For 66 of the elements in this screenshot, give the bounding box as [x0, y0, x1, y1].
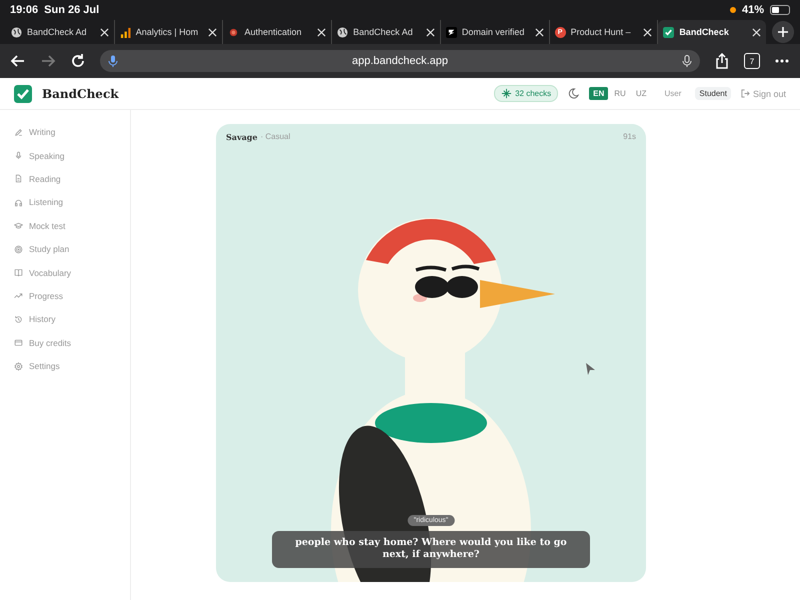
sign-out-icon[interactable] [740, 89, 750, 98]
caption-text: people who stay home? Where would you like to go next, if anywhere? [272, 531, 590, 568]
sidebar-item[interactable]: Mock test [29, 220, 66, 231]
brand-name[interactable]: BandCheck [42, 86, 119, 100]
globe-icon [337, 26, 348, 38]
checks-count: 32 checks [515, 89, 552, 98]
dot-icon [228, 26, 240, 38]
close-icon[interactable] [426, 28, 435, 36]
sidebar-item[interactable]: Vocabulary [29, 268, 72, 278]
app-logo-icon [446, 26, 457, 38]
sidebar-item[interactable]: Progress [29, 290, 64, 301]
check-logo-icon [14, 84, 32, 102]
sparkle-icon [501, 88, 512, 99]
close-icon[interactable] [208, 28, 218, 36]
back-icon[interactable] [10, 53, 26, 69]
browser-tab[interactable]: BandCheck [658, 20, 766, 44]
cap-icon [14, 221, 23, 230]
close-icon[interactable] [643, 28, 652, 36]
battery-percent: 41% [742, 4, 764, 16]
microphone-icon[interactable] [682, 55, 692, 67]
headphones-icon [14, 198, 23, 207]
doc-icon [14, 174, 23, 184]
close-icon[interactable] [534, 28, 544, 36]
date: Sun 26 Jul [44, 4, 100, 16]
pointer-icon [586, 363, 595, 375]
language-toggle[interactable]: EN [589, 87, 608, 100]
sidebar-item[interactable]: Writing [29, 127, 56, 138]
target-icon [14, 244, 23, 254]
sidebar-item[interactable]: History [29, 314, 56, 324]
timer: 91s [623, 132, 636, 142]
recording-dot-icon [730, 7, 736, 13]
history-icon [14, 314, 23, 324]
persona-style: · Casual [260, 132, 290, 142]
moon-icon[interactable] [568, 88, 580, 99]
sidebar-item[interactable]: Settings [29, 361, 60, 372]
trend-icon [14, 291, 23, 300]
close-icon[interactable] [752, 28, 762, 36]
sign-out-link[interactable]: Sign out [752, 88, 786, 98]
persona-name: Savage [226, 132, 258, 142]
book-icon [14, 268, 23, 278]
battery-icon [770, 5, 790, 15]
mic-icon [14, 151, 23, 160]
pen-icon [14, 128, 23, 137]
reload-icon[interactable] [70, 53, 86, 69]
close-icon[interactable] [100, 28, 109, 36]
language-toggle[interactable]: RU [610, 87, 630, 100]
role-toggle[interactable]: User [660, 87, 686, 100]
language-toggle[interactable]: UZ [632, 87, 650, 100]
forward-icon[interactable] [40, 53, 56, 69]
sidebar-item[interactable]: Reading [29, 174, 61, 184]
close-icon[interactable] [317, 28, 326, 36]
card-icon [14, 338, 23, 348]
sidebar-item[interactable]: Study plan [29, 244, 70, 254]
share-icon[interactable] [714, 53, 730, 69]
clock: 19:06 [10, 4, 38, 16]
sidebar-item[interactable]: Listening [29, 197, 64, 208]
sidebar-item[interactable]: Speaking [29, 150, 64, 161]
check-logo-icon [663, 26, 674, 38]
microphone-icon[interactable] [108, 55, 118, 67]
sidebar-item[interactable]: Buy credits [29, 338, 72, 348]
role-toggle[interactable]: Student [695, 87, 731, 100]
bar-chart-icon [120, 26, 131, 38]
tab-count[interactable]: 7 [744, 53, 760, 69]
globe-icon [11, 26, 22, 38]
address-field[interactable]: app.bandcheck.app [100, 50, 700, 72]
gear-icon [14, 362, 23, 371]
